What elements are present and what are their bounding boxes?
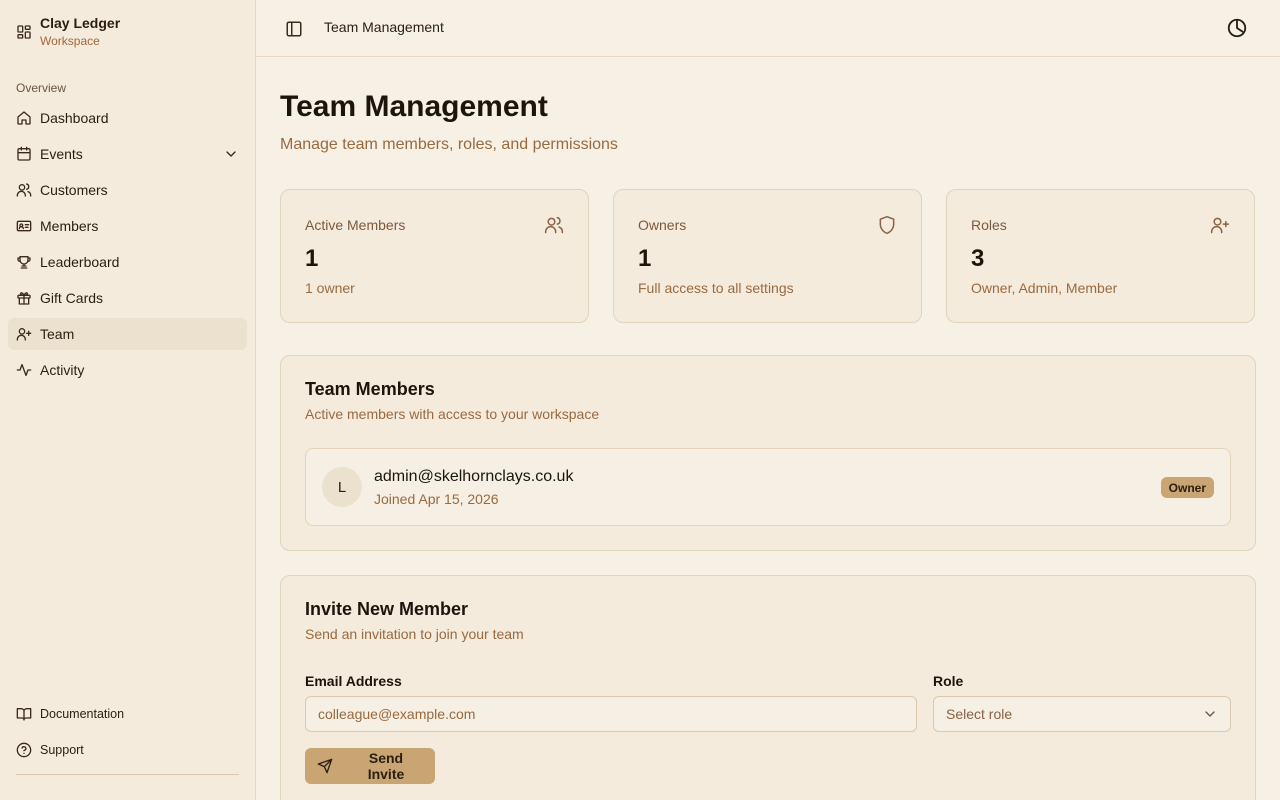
id-card-icon (16, 218, 32, 234)
card-subtitle: Send an invitation to join your team (305, 626, 524, 642)
activity-icon (16, 362, 32, 378)
sidebar-item-label: Support (40, 743, 84, 757)
role-label: Role (933, 673, 964, 689)
page-subtitle: Manage team members, roles, and permissi… (280, 136, 618, 153)
list-item[interactable]: L admin@skelhornclays.co.uk Joined Apr 1… (305, 448, 1231, 526)
email-label: Email Address (305, 673, 402, 689)
stat-value: 1 (638, 245, 652, 272)
sidebar-divider (16, 774, 239, 775)
sidebar-item-label: Activity (40, 362, 85, 378)
user-plus-icon (1210, 215, 1230, 235)
sidebar-item-label: Leaderboard (40, 254, 120, 270)
sidebar-item-customers[interactable]: Customers (8, 174, 247, 206)
send-invite-label: Send Invite (367, 750, 405, 782)
gift-icon (16, 290, 32, 306)
card-title: Team Members (305, 379, 435, 399)
breadcrumb: Team Management (324, 19, 444, 35)
users-icon (544, 215, 564, 235)
role-select[interactable]: Select role (933, 696, 1231, 732)
theme-toggle-icon[interactable] (1226, 17, 1248, 39)
help-circle-icon (16, 742, 32, 758)
stat-note: Owner, Admin, Member (971, 280, 1118, 296)
sidebar-item-label: Gift Cards (40, 290, 104, 306)
invite-member-card: Invite New Member Send an invitation to … (280, 575, 1256, 800)
stat-label: Active Members (305, 217, 406, 233)
sidebar-item-gift-cards[interactable]: Gift Cards (8, 282, 247, 314)
layout-grid-icon (16, 24, 32, 40)
user-plus-icon (16, 326, 32, 342)
brand-subtitle: Workspace (40, 34, 100, 48)
sidebar-item-label: Events (40, 146, 83, 162)
sidebar-item-members[interactable]: Members (8, 210, 247, 242)
sidebar-item-label: Customers (40, 182, 108, 198)
avatar: L (322, 467, 362, 507)
stat-card-owners: Owners 1 Full access to all settings (613, 189, 922, 323)
stat-note: 1 owner (305, 280, 355, 296)
users-icon (16, 182, 32, 198)
stat-label: Roles (971, 217, 1007, 233)
sidebar-item-support[interactable]: Support (8, 734, 247, 766)
calendar-icon (16, 146, 32, 162)
team-members-card: Team Members Active members with access … (280, 355, 1256, 551)
sidebar-item-dashboard[interactable]: Dashboard (8, 102, 247, 134)
brand-name: Clay Ledger (40, 15, 121, 31)
role-select-value: Select role (946, 706, 1013, 722)
stat-label: Owners (638, 217, 687, 233)
stat-card-active-members: Active Members 1 1 owner (280, 189, 589, 323)
stat-value: 3 (971, 245, 985, 272)
trophy-icon (16, 254, 32, 270)
sidebar-item-events[interactable]: Events (8, 138, 247, 170)
brand[interactable]: Clay Ledger Workspace (16, 14, 120, 50)
email-field[interactable] (305, 696, 917, 732)
home-icon (16, 110, 32, 126)
member-email: admin@skelhornclays.co.uk (374, 468, 574, 485)
topbar: Team Management (256, 0, 1280, 57)
page-title: Team Management (280, 90, 548, 123)
sidebar-item-label: Documentation (40, 707, 125, 721)
book-icon (16, 706, 32, 722)
sidebar-item-team[interactable]: Team (8, 318, 247, 350)
role-badge: Owner (1160, 477, 1214, 498)
shield-icon (877, 215, 897, 235)
send-invite-button[interactable]: Send Invite (305, 748, 435, 784)
card-title: Invite New Member (305, 599, 469, 619)
sidebar-item-label: Team (40, 326, 75, 342)
chevron-down-icon (1202, 706, 1218, 722)
member-joined: Joined Apr 15, 2026 (374, 491, 499, 507)
sidebar-item-label: Dashboard (40, 110, 109, 126)
stat-note: Full access to all settings (638, 280, 794, 296)
nav-section-label: Overview (16, 81, 67, 95)
sidebar: Clay Ledger Workspace Overview Dashboard… (0, 0, 256, 800)
sidebar-item-documentation[interactable]: Documentation (8, 698, 247, 730)
stat-value: 1 (305, 245, 319, 272)
sidebar-item-activity[interactable]: Activity (8, 354, 247, 386)
sidebar-item-label: Members (40, 218, 99, 234)
chevron-down-icon[interactable] (223, 146, 239, 162)
sidebar-nav: Dashboard Events Customers Members Leade… (8, 102, 247, 390)
send-icon (317, 758, 333, 774)
stat-card-roles: Roles 3 Owner, Admin, Member (946, 189, 1255, 323)
card-subtitle: Active members with access to your works… (305, 406, 600, 422)
sidebar-item-leaderboard[interactable]: Leaderboard (8, 246, 247, 278)
sidebar-footer: Documentation Support (8, 698, 247, 770)
sidebar-toggle-icon[interactable] (285, 20, 303, 38)
